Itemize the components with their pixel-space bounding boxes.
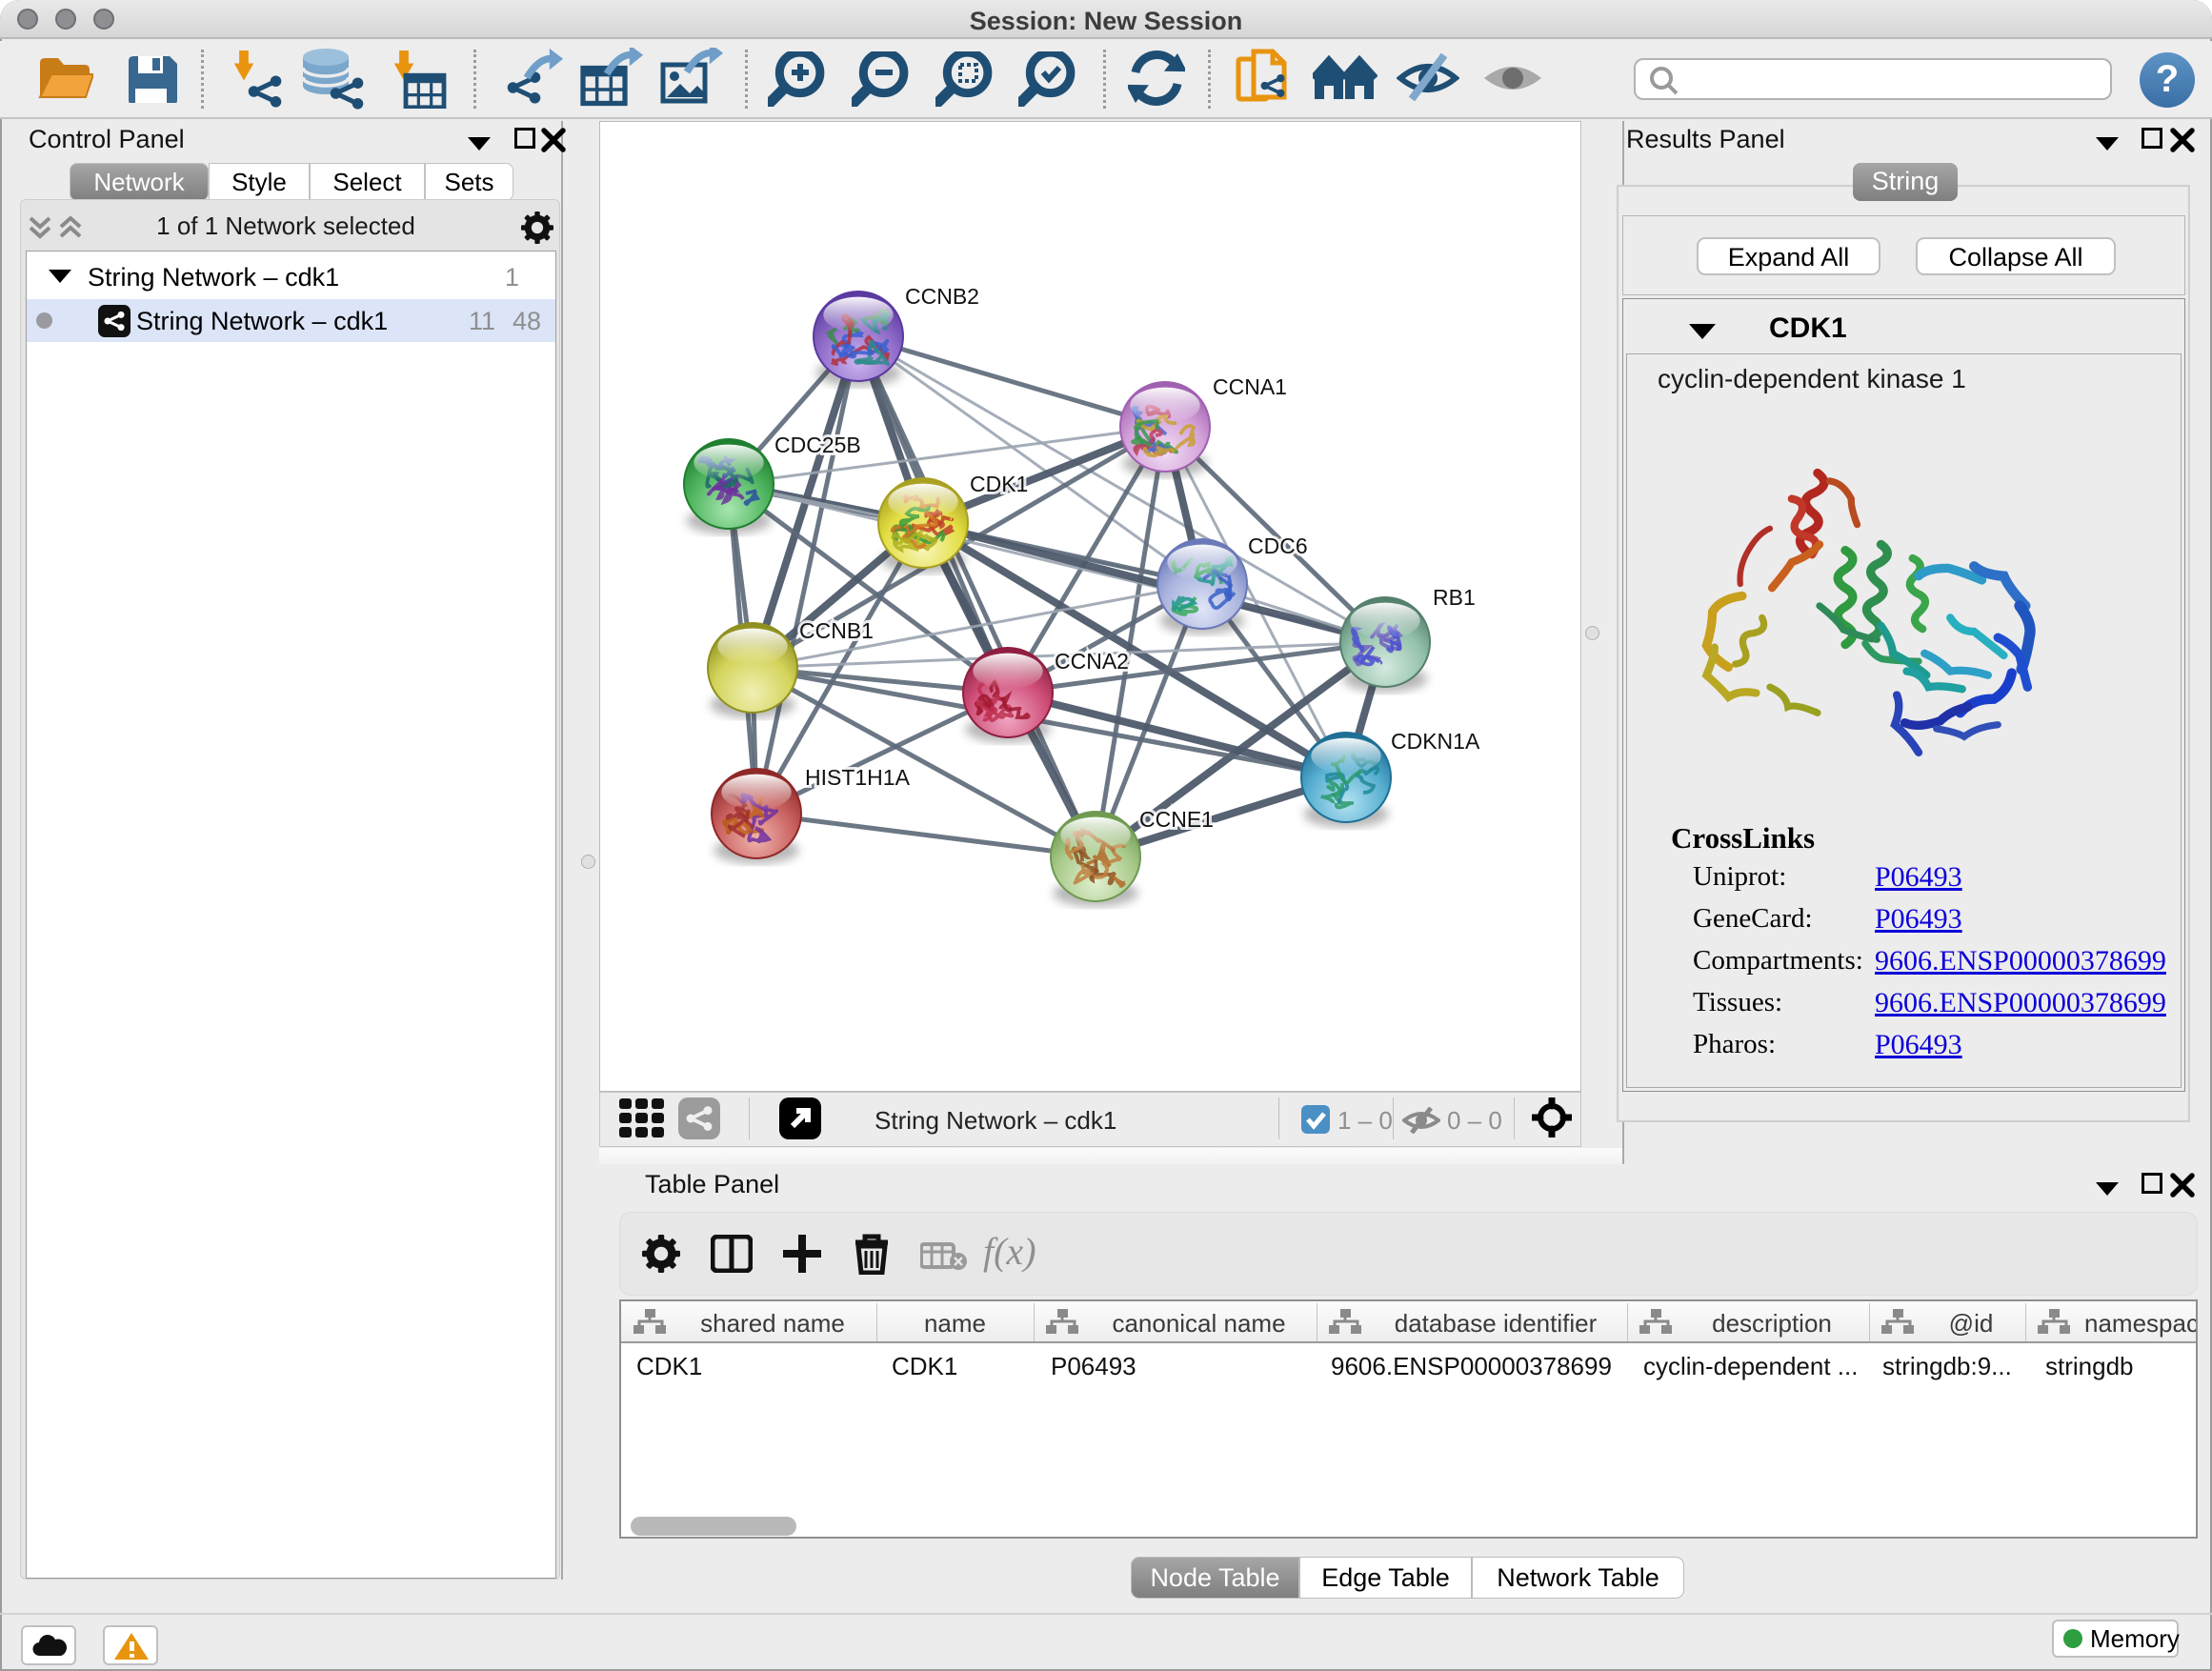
svg-text:CDC25B: CDC25B bbox=[774, 433, 861, 457]
svg-text:CDKN1A: CDKN1A bbox=[1391, 729, 1480, 754]
svg-text:CCNA2: CCNA2 bbox=[1055, 649, 1129, 674]
svg-text:CCNA1: CCNA1 bbox=[1213, 374, 1287, 399]
svg-text:CCNB2: CCNB2 bbox=[905, 284, 979, 309]
svg-text:CCNB1: CCNB1 bbox=[799, 618, 874, 643]
svg-text:CDK1: CDK1 bbox=[970, 472, 1028, 496]
svg-text:HIST1H1A: HIST1H1A bbox=[805, 765, 911, 790]
svg-text:RB1: RB1 bbox=[1433, 585, 1476, 610]
svg-text:CDC6: CDC6 bbox=[1248, 534, 1308, 558]
svg-text:CCNE1: CCNE1 bbox=[1139, 807, 1214, 832]
